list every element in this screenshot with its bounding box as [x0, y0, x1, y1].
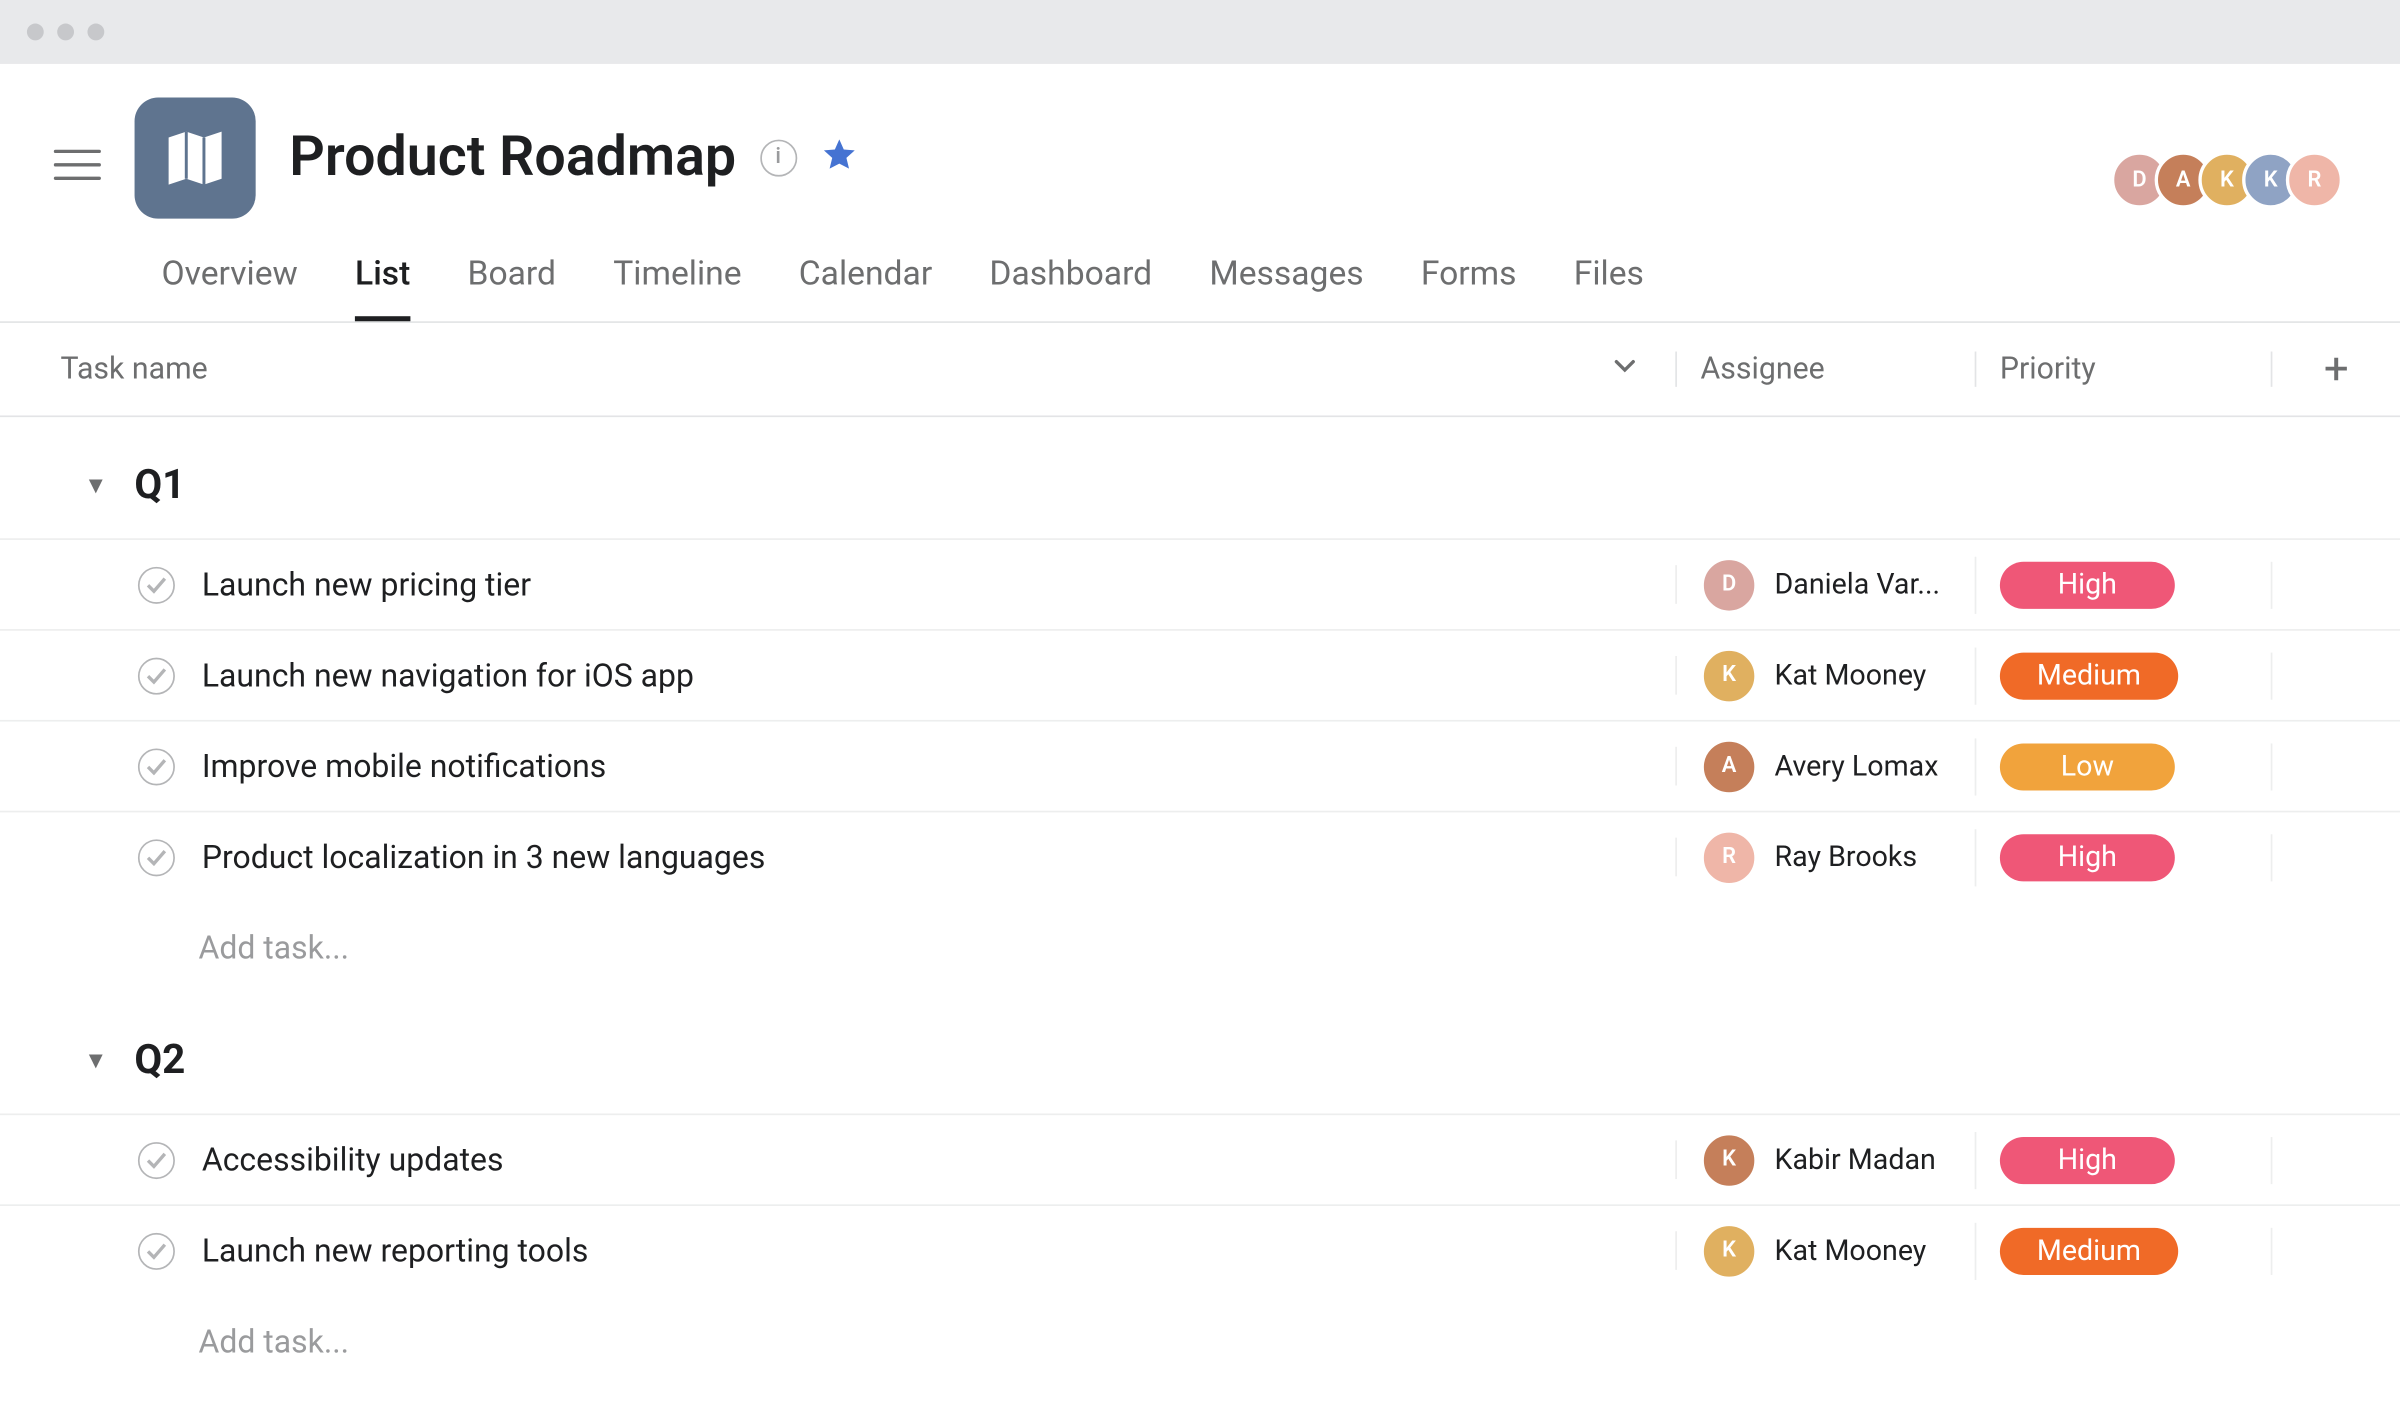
assignee-avatar: A: [1701, 738, 1758, 795]
task-title: Accessibility updates: [202, 1140, 504, 1179]
assignee-avatar: K: [1701, 647, 1758, 704]
assignee-name: Kabir Madan: [1775, 1143, 1936, 1177]
task-row: Launch new pricing tier D Daniela Var... Hi…: [0, 538, 2400, 629]
assignee-name: Ray Brooks: [1775, 840, 1918, 874]
priority-pill: Medium: [2000, 652, 2178, 699]
column-priority[interactable]: Priority: [1976, 352, 2272, 387]
assignee-cell[interactable]: A Avery Lomax: [1677, 738, 1976, 795]
complete-check-icon[interactable]: [138, 748, 175, 785]
assignee-cell[interactable]: K Kat Mooney: [1677, 1222, 1976, 1279]
column-assignee[interactable]: Assignee: [1677, 352, 1976, 387]
task-cell[interactable]: Product localization in 3 new languages: [0, 838, 1677, 877]
task-row: Launch new navigation for iOS app K Kat Mo…: [0, 629, 2400, 720]
priority-pill: Low: [2000, 743, 2175, 790]
column-header-row: Task name Assignee Priority +: [0, 323, 2400, 417]
priority-pill: High: [2000, 1136, 2175, 1183]
priority-cell[interactable]: Medium: [1976, 652, 2272, 699]
priority-cell[interactable]: High: [1976, 1136, 2272, 1183]
section-name: Q1: [134, 461, 185, 508]
task-cell[interactable]: Launch new reporting tools: [0, 1231, 1677, 1270]
assignee-name: Kat Mooney: [1775, 1234, 1927, 1268]
caret-down-icon[interactable]: ▼: [84, 1045, 107, 1074]
priority-cell[interactable]: Low: [1976, 743, 2272, 790]
complete-check-icon[interactable]: [138, 838, 175, 875]
section-name: Q2: [134, 1036, 185, 1083]
assignee-cell[interactable]: D Daniela Var...: [1677, 556, 1976, 613]
caret-down-icon[interactable]: ▼: [84, 470, 107, 499]
tab-overview[interactable]: Overview: [161, 252, 297, 321]
tab-calendar[interactable]: Calendar: [799, 252, 932, 321]
tab-dashboard[interactable]: Dashboard: [989, 252, 1152, 321]
assignee-name: Daniela Var...: [1775, 568, 1941, 602]
complete-check-icon[interactable]: [138, 1141, 175, 1178]
assignee-name: Kat Mooney: [1775, 659, 1927, 693]
collaborators-stack[interactable]: DAKKR: [2124, 151, 2343, 208]
task-cell[interactable]: Improve mobile notifications: [0, 747, 1677, 786]
section-header[interactable]: ▼ Q1: [0, 417, 2400, 538]
complete-check-icon[interactable]: [138, 657, 175, 694]
assignee-avatar: K: [1701, 1222, 1758, 1279]
tab-list[interactable]: List: [355, 252, 410, 321]
priority-pill: High: [2000, 561, 2175, 608]
task-row: Accessibility updates K Kabir Madan High: [0, 1113, 2400, 1204]
project-icon[interactable]: [135, 98, 256, 219]
priority-cell[interactable]: Medium: [1976, 1227, 2272, 1274]
assignee-avatar: D: [1701, 556, 1758, 613]
priority-pill: Medium: [2000, 1227, 2178, 1274]
assignee-cell[interactable]: R Ray Brooks: [1677, 828, 1976, 885]
tab-messages[interactable]: Messages: [1209, 252, 1363, 321]
assignee-cell[interactable]: K Kabir Madan: [1677, 1131, 1976, 1188]
priority-cell[interactable]: High: [1976, 561, 2272, 608]
tab-files[interactable]: Files: [1574, 252, 1644, 321]
hamburger-menu-button[interactable]: [54, 141, 101, 188]
add-task-button[interactable]: Add task...: [0, 902, 2400, 993]
traffic-light-max[interactable]: [87, 24, 104, 41]
map-icon: [160, 123, 231, 194]
task-row: Launch new reporting tools K Kat Mooney Med…: [0, 1204, 2400, 1295]
add-task-button[interactable]: Add task...: [0, 1295, 2400, 1386]
assignee-cell[interactable]: K Kat Mooney: [1677, 647, 1976, 704]
tab-timeline[interactable]: Timeline: [613, 252, 741, 321]
task-title: Launch new navigation for iOS app: [202, 656, 694, 695]
task-title: Launch new reporting tools: [202, 1231, 589, 1270]
complete-check-icon[interactable]: [138, 566, 175, 603]
task-cell[interactable]: Accessibility updates: [0, 1140, 1677, 1179]
info-icon[interactable]: i: [760, 139, 797, 176]
traffic-light-min[interactable]: [57, 24, 74, 41]
task-cell[interactable]: Launch new navigation for iOS app: [0, 656, 1677, 695]
tab-forms[interactable]: Forms: [1421, 252, 1517, 321]
task-cell[interactable]: Launch new pricing tier: [0, 565, 1677, 604]
priority-cell[interactable]: High: [1976, 833, 2272, 880]
view-tabs: Overview List Board Timeline Calendar Dashboa…: [0, 219, 2400, 323]
window-titlebar: [0, 0, 2400, 64]
star-icon[interactable]: [820, 135, 857, 179]
project-title[interactable]: Product Roadmap: [289, 124, 736, 190]
task-row: Improve mobile notifications A Avery Lomax…: [0, 720, 2400, 811]
assignee-name: Avery Lomax: [1775, 749, 1939, 783]
collaborator-avatar[interactable]: R: [2286, 151, 2343, 208]
task-row: Product localization in 3 new languages R…: [0, 811, 2400, 902]
priority-pill: High: [2000, 833, 2175, 880]
add-column-button[interactable]: +: [2272, 344, 2400, 394]
traffic-light-close[interactable]: [27, 24, 44, 41]
tab-board[interactable]: Board: [467, 252, 556, 321]
task-title: Improve mobile notifications: [202, 747, 606, 786]
task-title: Product localization in 3 new languages: [202, 838, 765, 877]
complete-check-icon[interactable]: [138, 1232, 175, 1269]
column-task-name[interactable]: Task name: [61, 352, 208, 387]
section-header[interactable]: ▼ Q2: [0, 992, 2400, 1113]
assignee-avatar: K: [1701, 1131, 1758, 1188]
chevron-down-icon[interactable]: [1611, 352, 1638, 387]
task-title: Launch new pricing tier: [202, 565, 531, 604]
assignee-avatar: R: [1701, 828, 1758, 885]
